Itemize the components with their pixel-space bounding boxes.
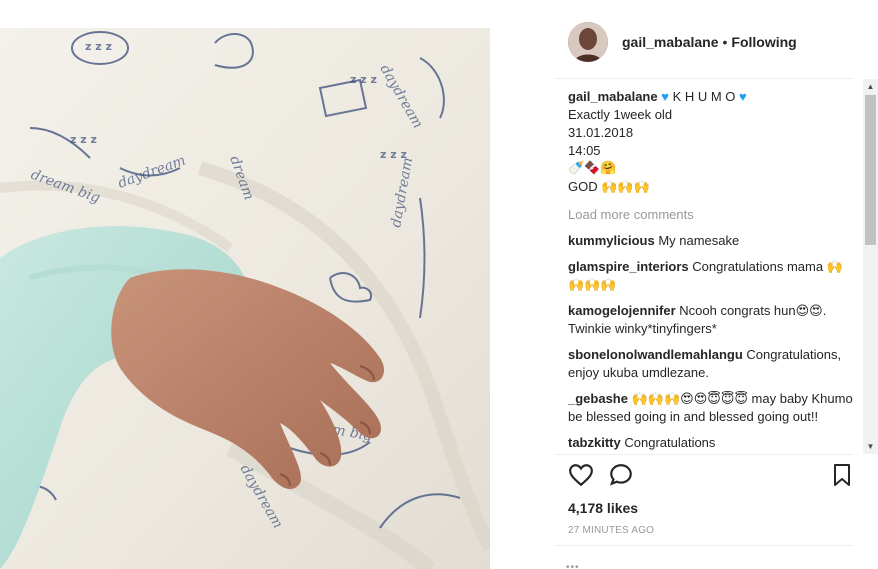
more-options-icon[interactable]: ••• bbox=[566, 562, 580, 569]
separator-dot: • bbox=[722, 34, 728, 50]
svg-text:z z z: z z z bbox=[350, 73, 377, 86]
comment-item: kamogelojennifer Ncooh congrats hun😍😍. T… bbox=[568, 302, 858, 338]
bookmark-icon[interactable] bbox=[830, 462, 858, 490]
svg-text:z z z: z z z bbox=[85, 40, 112, 53]
svg-text:z z z: z z z bbox=[70, 133, 97, 146]
post-photo: dream big daydream dream daydream daydre… bbox=[0, 28, 490, 569]
scroll-down-arrow-icon[interactable]: ▼ bbox=[863, 439, 878, 454]
comment-username[interactable]: tabzkitty bbox=[568, 435, 621, 450]
user-avatar[interactable] bbox=[568, 22, 608, 62]
footer-divider bbox=[554, 545, 854, 546]
caption-line: 14:05 bbox=[568, 143, 601, 158]
scroll-thumb[interactable] bbox=[865, 95, 876, 245]
post-actions bbox=[568, 462, 854, 492]
following-button[interactable]: Following bbox=[731, 34, 796, 50]
header-divider bbox=[554, 78, 854, 79]
comment-username[interactable]: sbonelonolwandlemahlangu bbox=[568, 347, 743, 362]
comment-username[interactable]: kamogelojennifer bbox=[568, 303, 676, 318]
comments-list: gail_mabalane ♥ K H U M O ♥ Exactly 1wee… bbox=[568, 88, 858, 454]
caption-first-line: gail_mabalane ♥ K H U M O ♥ bbox=[568, 88, 858, 106]
post-username[interactable]: gail_mabalane bbox=[622, 34, 719, 50]
comment-item: sbonelonolwandlemahlangu Congratulations… bbox=[568, 346, 858, 382]
likes-count[interactable]: 4,178 likes bbox=[568, 500, 638, 516]
caption-line: 31.01.2018 bbox=[568, 125, 634, 140]
comment-username[interactable]: _gebashe bbox=[568, 391, 628, 406]
caption-line: Exactly 1week old bbox=[568, 107, 673, 122]
caption-username[interactable]: gail_mabalane bbox=[568, 89, 658, 104]
post-timestamp[interactable]: 27 MINUTES AGO bbox=[568, 525, 654, 536]
comment-item: tabzkitty Congratulations bbox=[568, 434, 858, 452]
caption-line: GOD 🙌🙌🙌 bbox=[568, 179, 650, 194]
svg-text:z z z: z z z bbox=[380, 148, 407, 161]
comment-item: _gebashe 🙌🙌🙌😍😍😇😇😇 may baby Khumo be bles… bbox=[568, 390, 858, 426]
comment-username[interactable]: kummylicious bbox=[568, 233, 655, 248]
comment-item: kummylicious My namesake bbox=[568, 232, 858, 250]
load-more-comments-link[interactable]: Load more comments bbox=[568, 206, 858, 224]
comment-bubble-icon[interactable] bbox=[608, 462, 636, 490]
blue-heart-icon: ♥ bbox=[739, 89, 747, 104]
caption-text-name: K H U M O bbox=[672, 89, 736, 104]
heart-outline-icon[interactable] bbox=[568, 462, 596, 490]
comment-item: glamspire_interiors Congratulations mama… bbox=[568, 258, 858, 294]
comment-text: Congratulations bbox=[624, 435, 716, 450]
baby-hand-image: dream big daydream dream daydream daydre… bbox=[0, 28, 490, 569]
comments-scrollbar[interactable]: ▲ ▼ bbox=[863, 79, 878, 454]
comment-text: My namesake bbox=[658, 233, 740, 248]
blue-heart-icon: ♥ bbox=[661, 89, 669, 104]
comment-username[interactable]: glamspire_interiors bbox=[568, 259, 689, 274]
caption-emoji-line: 🍼🍫🤗 bbox=[568, 161, 617, 176]
post-header: gail_mabalane • Following bbox=[554, 12, 858, 72]
scroll-up-arrow-icon[interactable]: ▲ bbox=[863, 79, 878, 94]
actions-divider bbox=[554, 454, 854, 455]
